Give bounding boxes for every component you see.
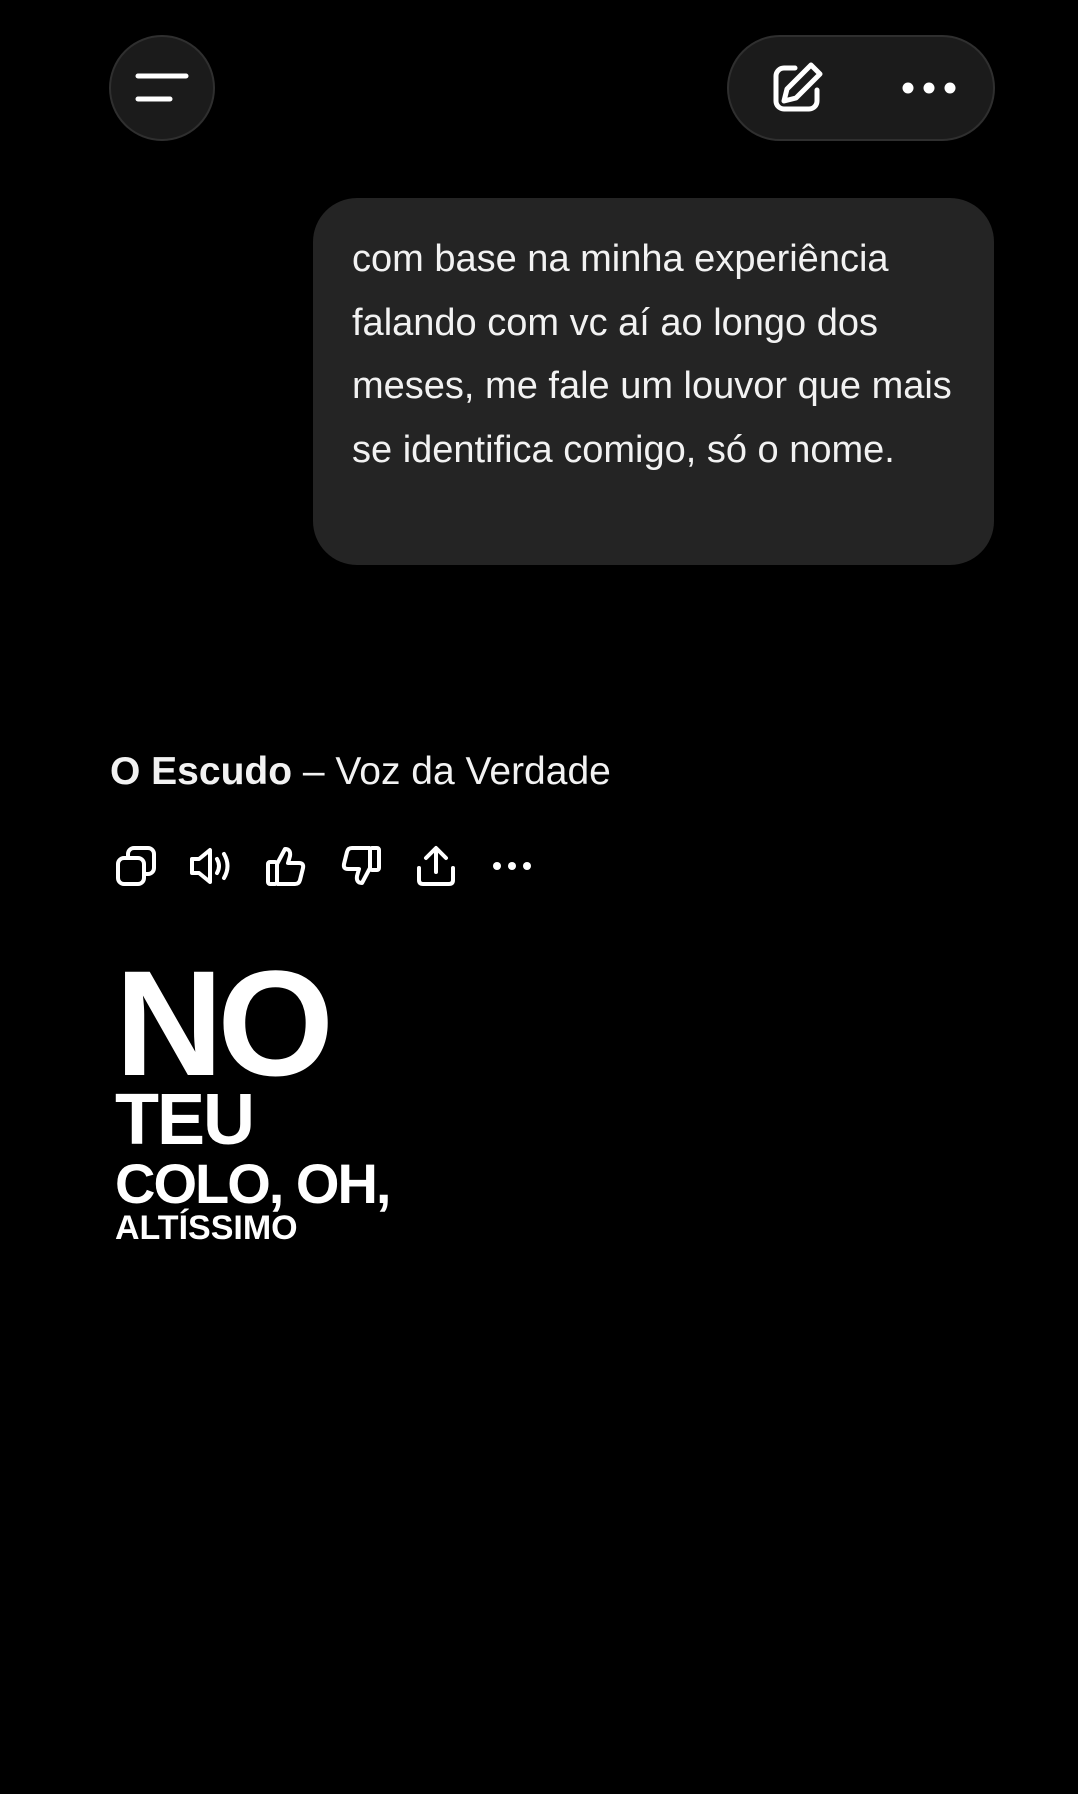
thumbs-down-button[interactable] bbox=[333, 838, 389, 894]
share-icon bbox=[417, 846, 455, 886]
lyric-line-2: TEU bbox=[115, 1080, 255, 1160]
thumbs-up-button[interactable] bbox=[258, 838, 314, 894]
more-options-icon bbox=[493, 862, 531, 870]
lyric-line-1: NO bbox=[115, 939, 334, 1107]
menu-button[interactable] bbox=[109, 35, 215, 141]
read-aloud-icon bbox=[190, 848, 230, 884]
song-title: O Escudo bbox=[110, 750, 293, 793]
hamburger-menu-icon bbox=[135, 73, 189, 102]
share-button[interactable] bbox=[408, 838, 464, 894]
new-chat-button[interactable] bbox=[749, 37, 845, 139]
copy-icon bbox=[116, 846, 156, 886]
more-horizontal-icon bbox=[902, 82, 956, 94]
thumbs-down-icon bbox=[341, 846, 381, 885]
user-message-bubble: com base na minha experiência falando co… bbox=[313, 198, 994, 565]
top-actions-pill bbox=[727, 35, 995, 141]
copy-button[interactable] bbox=[108, 838, 164, 894]
lyric-line-3: COLO, OH, bbox=[115, 1152, 391, 1215]
lyric-line-4: ALTÍSSIMO bbox=[115, 1209, 298, 1247]
song-artist: Voz da Verdade bbox=[335, 750, 611, 793]
user-message-text: com base na minha experiência falando co… bbox=[352, 238, 952, 471]
message-more-button[interactable] bbox=[484, 838, 540, 894]
header-more-button[interactable] bbox=[881, 37, 977, 139]
new-chat-edit-icon bbox=[773, 62, 823, 112]
reply-separator: – bbox=[292, 750, 336, 793]
assistant-reply: O Escudo – Voz da Verdade bbox=[110, 746, 611, 798]
read-aloud-button[interactable] bbox=[183, 838, 239, 894]
thumbs-up-icon bbox=[266, 847, 306, 886]
